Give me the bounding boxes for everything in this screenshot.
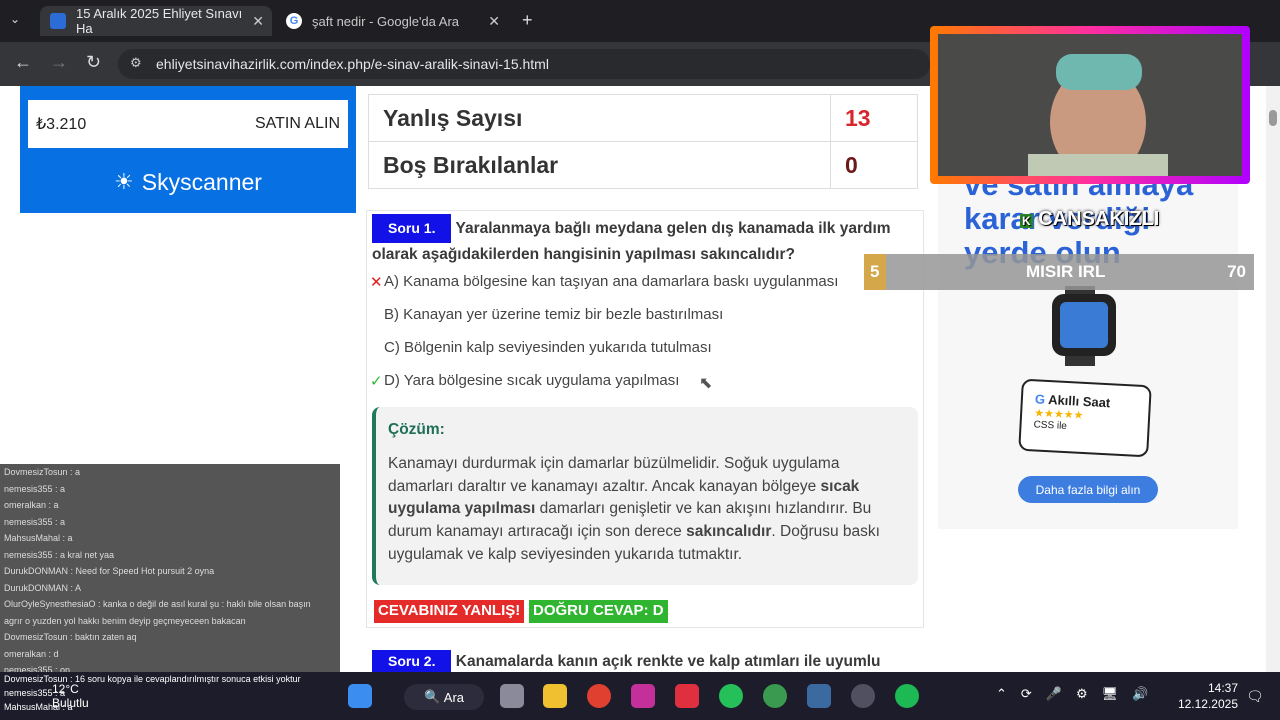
question-number-badge: Soru 2. <box>372 650 452 672</box>
option-a[interactable]: A) Kanama bölgesine kan taşıyan ana dama… <box>384 273 838 290</box>
tab-title: şaft nedir - Google'da Ara <box>312 13 460 29</box>
weather-temp: 12°C <box>52 682 79 696</box>
chat-message: omeralkan : a <box>4 500 59 510</box>
option-c[interactable]: C) Bölgenin kalp seviyesinden yukarıda t… <box>384 339 712 356</box>
wrong-verdict-badge: CEVABINIZ YANLIŞ! <box>374 600 525 623</box>
chat-message: nemesis355 : a <box>4 516 66 527</box>
product-card[interactable]: G Akıllı Saat ★★★★★ CSS ile <box>1018 378 1152 458</box>
question-1-header: Soru 1. Yaralanmaya bağlı meydana gelen … <box>372 214 912 266</box>
streamer-name: K CANSAKIZLI <box>1020 208 1159 231</box>
ad-price-box[interactable]: ₺3.210 SATIN ALIN <box>28 100 348 148</box>
option-b[interactable]: B) Kanayan yer üzerine temiz bir bezle b… <box>384 306 723 323</box>
table-row: Boş Bırakılanlar 0 <box>368 141 918 189</box>
goal-title: MISIR IRL <box>1026 262 1106 281</box>
goal-bar: 5 MISIR IRL 70 <box>864 254 1254 290</box>
whatsapp-icon[interactable] <box>719 684 743 708</box>
smartwatch-image <box>1030 286 1160 366</box>
chat-message: OlurOyleSynesthesiaO : kanka o değil de … <box>4 599 311 609</box>
chrome-icon[interactable] <box>587 684 611 708</box>
chat-message: agrır o yuzden yol hakkı benim deyip geç… <box>4 615 246 626</box>
clock-date: 12.12.2025 <box>1177 697 1238 711</box>
clock-time: 14:37 <box>1207 681 1238 695</box>
question-2-header: Soru 2. Kanamalarda kanın açık renkte ve… <box>372 650 912 672</box>
question-number-badge: Soru 1. <box>372 214 452 243</box>
kick-icon: K <box>1020 214 1033 228</box>
new-tab-icon[interactable]: + <box>522 10 533 31</box>
chat-message: DurukDONMAN : Need for Speed Hot pursuit… <box>4 566 215 576</box>
google-favicon-icon: G <box>286 13 302 29</box>
option-d[interactable]: D) Yara bölgesine sıcak uygulama yapılma… <box>384 372 679 389</box>
chrome-active-icon[interactable] <box>763 684 787 708</box>
chat-message: DovmesizTosun : a <box>4 467 81 477</box>
question-text-line2: olarak aşağıdakilerden hangisinin yapılm… <box>372 246 795 263</box>
skyscanner-logo: ☀ Skyscanner <box>20 160 356 204</box>
brand-name: Skyscanner <box>141 168 262 195</box>
mouse-cursor-icon: ⬉ <box>699 375 713 392</box>
stream-chat: DovmesizTosun : a nemesis355 : a omeralk… <box>0 464 340 680</box>
sunrise-icon: ☀ <box>114 169 134 194</box>
app-icon-2[interactable] <box>807 684 831 708</box>
blank-count-value: 0 <box>830 141 918 189</box>
learn-more-button[interactable]: Daha fazla bilgi alın <box>1018 476 1158 503</box>
tab-search-icon[interactable]: ⌄ <box>10 12 20 26</box>
scrollbar-thumb[interactable] <box>1269 110 1277 126</box>
file-explorer-icon[interactable] <box>543 684 567 708</box>
chat-message: DovmesizTosun : baktın zaten aq <box>4 632 137 642</box>
taskbar-search[interactable]: 🔍 Ara <box>404 684 484 710</box>
address-bar[interactable]: ⚙ ehliyetsinavihazirlik.com/index.php/e-… <box>118 49 930 79</box>
chat-message: nemesis355 : a kral net yaa <box>4 549 115 560</box>
chat-message: MahsusMahal : a <box>4 533 73 543</box>
tab-ehliyet[interactable]: 15 Aralık 2025 Ehliyet Sınavı Ha ✕ <box>40 6 272 36</box>
scrollbar[interactable] <box>1266 86 1280 672</box>
start-icon[interactable] <box>348 684 372 708</box>
weather-widget[interactable]: 12°C Bulutlu <box>52 682 89 710</box>
question-text: Kanamalarda kanın açık renkte ve kalp at… <box>455 653 881 670</box>
search-label: Ara <box>443 689 465 705</box>
taskbar-clock[interactable]: 14:37 12.12.2025 <box>1172 680 1238 712</box>
close-tab-icon[interactable]: ✕ <box>252 13 264 30</box>
forward-icon[interactable]: → <box>50 52 68 73</box>
result-stats-table: Yanlış Sayısı 13 Boş Bırakılanlar 0 <box>368 94 918 189</box>
wrong-count-label: Yanlış Sayısı <box>368 94 831 142</box>
wrong-count-value: 13 <box>830 94 918 142</box>
site-info-icon[interactable]: ⚙ <box>130 55 142 71</box>
tab-google[interactable]: G şaft nedir - Google'da Ara ✕ <box>276 6 508 36</box>
reload-icon[interactable]: ↻ <box>86 52 101 73</box>
instagram-icon[interactable] <box>631 684 655 708</box>
question-text: Yaralanmaya bağlı meydana gelen dış kana… <box>455 220 891 237</box>
url-text: ehliyetsinavihazirlik.com/index.php/e-si… <box>156 56 549 72</box>
chat-message: DurukDONMAN : A <box>4 582 82 593</box>
table-row: Yanlış Sayısı 13 <box>368 94 918 142</box>
system-tray[interactable]: ⌃⟳🎤⚙🖥🔊 <box>996 686 1162 702</box>
solution-part: Kanamayı durdurmak için damarlar büzülme… <box>388 455 840 495</box>
streamer-name-text: CANSAKIZLI <box>1038 208 1160 230</box>
goal-target: 70 <box>1227 262 1246 281</box>
correct-answer-icon: ✓ <box>370 373 383 390</box>
app-icon[interactable] <box>675 684 699 708</box>
goal-current: 5 <box>870 262 880 281</box>
tab-title: 15 Aralık 2025 Ehliyet Sınavı Ha <box>75 6 243 36</box>
blank-count-label: Boş Bırakılanlar <box>368 141 831 189</box>
buy-button[interactable]: SATIN ALIN <box>255 115 340 133</box>
site-favicon-icon <box>50 13 66 29</box>
chat-message: omeralkan : d <box>4 648 59 659</box>
solution-heading: Çözüm: <box>388 421 445 438</box>
spotify-icon[interactable] <box>895 684 919 708</box>
solution-text: Kanamayı durdurmak için damarlar büzülme… <box>388 453 906 567</box>
google-logo-icon: G <box>1034 391 1046 407</box>
back-icon[interactable]: ← <box>14 52 32 73</box>
webcam-feed <box>938 34 1242 178</box>
solution-bold: sakıncalıdır <box>686 523 772 541</box>
close-tab-icon[interactable]: ✕ <box>488 13 500 30</box>
solution-box: Çözüm: Kanamayı durdurmak için damarlar … <box>372 407 918 585</box>
ad-price: ₺3.210 <box>36 116 87 133</box>
task-view-icon[interactable] <box>500 684 524 708</box>
weather-desc: Bulutlu <box>52 696 89 710</box>
correct-answer-badge: DOĞRU CEVAP: D <box>529 600 668 623</box>
wrong-answer-icon: ✕ <box>370 274 383 291</box>
notification-icon[interactable]: 🗨 <box>1246 688 1264 705</box>
obs-icon[interactable] <box>851 684 875 708</box>
chat-message: nemesis355 : a <box>4 483 66 494</box>
